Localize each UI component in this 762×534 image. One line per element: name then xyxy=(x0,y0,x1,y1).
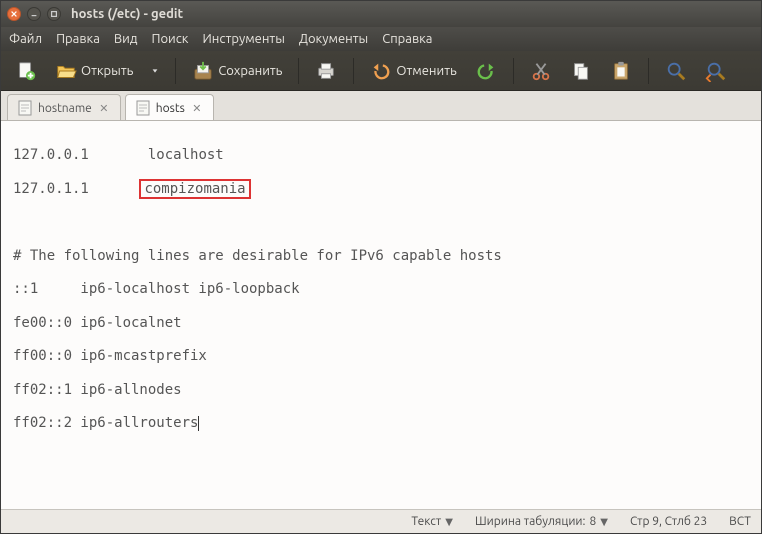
menu-file[interactable]: Файл xyxy=(9,32,42,46)
text: 127.0.1.1 xyxy=(13,181,89,197)
cut-icon xyxy=(530,60,552,82)
menu-search[interactable]: Поиск xyxy=(151,32,188,46)
status-language[interactable]: Текст ▼ xyxy=(411,515,453,528)
paste-icon xyxy=(610,60,632,82)
menu-view[interactable]: Вид xyxy=(114,32,138,46)
tab-label: hosts xyxy=(156,102,185,115)
menu-help[interactable]: Справка xyxy=(382,32,432,46)
open-button[interactable]: Открыть xyxy=(49,56,139,86)
statusbar: Текст ▼ Ширина табуляции: 8 ▼ Стр 9, Стл… xyxy=(1,509,761,533)
tab-close-button[interactable]: ✕ xyxy=(98,102,110,114)
open-label: Открыть xyxy=(81,64,133,78)
redo-icon xyxy=(475,60,497,82)
close-button[interactable] xyxy=(7,7,21,21)
tab-hosts[interactable]: hosts ✕ xyxy=(125,94,214,120)
status-cursor-position: Стр 9, Стлб 23 xyxy=(630,515,707,528)
find-button[interactable] xyxy=(659,56,693,86)
text: localhost xyxy=(148,147,224,163)
open-folder-icon xyxy=(55,60,77,82)
menubar: Файл Правка Вид Поиск Инструменты Докуме… xyxy=(1,27,761,51)
gedit-window: hosts (/etc) - gedit Файл Правка Вид Пои… xyxy=(0,0,762,534)
open-dropdown[interactable] xyxy=(145,63,165,79)
menu-edit[interactable]: Правка xyxy=(56,32,100,46)
text: ff02::2 ip6-allrouters xyxy=(13,415,198,431)
toolbar-separator xyxy=(353,58,354,84)
find-icon xyxy=(665,60,687,82)
titlebar: hosts (/etc) - gedit xyxy=(1,1,761,27)
text: ff02::1 ip6-allnodes xyxy=(13,382,182,398)
toolbar-separator xyxy=(298,58,299,84)
text-cursor xyxy=(198,416,199,431)
status-tab-width[interactable]: Ширина табуляции: 8 ▼ xyxy=(475,515,608,528)
toolbar: Открыть Сохранить Отменить xyxy=(1,51,761,91)
text: ff00::0 ip6-mcastprefix xyxy=(13,348,207,364)
paste-button[interactable] xyxy=(604,56,638,86)
maximize-button[interactable] xyxy=(47,7,61,21)
window-controls xyxy=(7,7,61,21)
file-icon xyxy=(18,100,32,116)
menu-documents[interactable]: Документы xyxy=(299,32,368,46)
redo-button[interactable] xyxy=(469,56,503,86)
print-button[interactable] xyxy=(309,56,343,86)
find-replace-button[interactable] xyxy=(699,56,733,86)
undo-button[interactable]: Отменить xyxy=(364,56,462,86)
undo-label: Отменить xyxy=(396,64,456,78)
save-icon xyxy=(192,60,214,82)
text: # The following lines are desirable for … xyxy=(13,248,502,264)
tabbar: hostname ✕ hosts ✕ xyxy=(1,91,761,121)
status-insert-mode: ВСТ xyxy=(729,515,751,528)
tab-hostname[interactable]: hostname ✕ xyxy=(7,94,121,120)
text-editor[interactable]: 127.0.0.1 localhost 127.0.1.1 compizoman… xyxy=(1,121,761,509)
tab-label: hostname xyxy=(38,102,92,115)
highlighted-hostname: compizomania xyxy=(139,179,250,199)
text: 127.0.0.1 xyxy=(13,147,89,163)
new-file-button[interactable] xyxy=(9,56,43,86)
toolbar-separator xyxy=(175,58,176,84)
undo-icon xyxy=(370,60,392,82)
find-replace-icon xyxy=(705,60,727,82)
text: ::1 ip6-localhost ip6-loopback xyxy=(13,281,300,297)
text: fe00::0 ip6-localnet xyxy=(13,315,182,331)
menu-tools[interactable]: Инструменты xyxy=(202,32,284,46)
file-icon xyxy=(136,100,150,116)
cut-button[interactable] xyxy=(524,56,558,86)
save-button[interactable]: Сохранить xyxy=(186,56,288,86)
minimize-button[interactable] xyxy=(27,7,41,21)
save-label: Сохранить xyxy=(218,64,282,78)
tab-close-button[interactable]: ✕ xyxy=(191,102,203,114)
copy-icon xyxy=(570,60,592,82)
new-file-icon xyxy=(15,60,37,82)
toolbar-separator xyxy=(513,58,514,84)
window-title: hosts (/etc) - gedit xyxy=(71,7,183,21)
toolbar-separator xyxy=(648,58,649,84)
chevron-down-icon xyxy=(151,67,159,75)
chevron-down-icon: ▼ xyxy=(600,516,608,528)
chevron-down-icon: ▼ xyxy=(445,516,453,528)
print-icon xyxy=(315,60,337,82)
copy-button[interactable] xyxy=(564,56,598,86)
